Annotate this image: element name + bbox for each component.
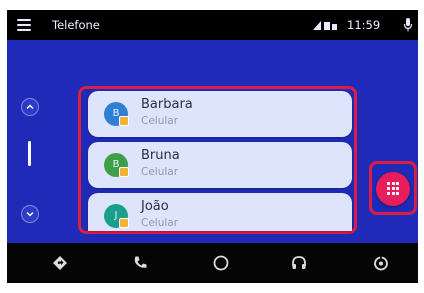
scroll-up-button[interactable] — [21, 98, 39, 116]
contact-name: Bruna — [141, 148, 180, 163]
mobile-badge-icon — [119, 218, 129, 228]
contact-name: João — [141, 199, 169, 214]
scroll-down-button[interactable] — [21, 205, 39, 223]
chevron-down-icon — [26, 212, 34, 217]
contact-card[interactable]: B Barbara Celular — [88, 91, 352, 137]
phone-icon[interactable] — [131, 254, 149, 272]
headphones-icon[interactable] — [290, 254, 308, 272]
bottom-nav — [7, 243, 418, 283]
contact-type: Celular — [141, 115, 179, 127]
mobile-badge-icon — [119, 167, 129, 177]
navigation-icon[interactable] — [51, 254, 69, 272]
contact-type: Celular — [141, 217, 179, 229]
microphone-icon[interactable] — [403, 17, 413, 33]
app-title: Telefone — [52, 18, 100, 32]
mobile-badge-icon — [119, 116, 129, 126]
signal-icon — [313, 21, 337, 30]
menu-icon[interactable] — [17, 19, 31, 31]
device-frame: Telefone 11:59 B Barbara Celular B Bruna… — [7, 10, 418, 283]
contact-card[interactable]: B Bruna Celular — [88, 142, 352, 188]
recents-icon[interactable] — [372, 254, 390, 272]
dialpad-icon — [387, 182, 399, 196]
contact-name: Barbara — [141, 97, 193, 112]
chevron-up-icon — [26, 104, 34, 109]
contact-card[interactable]: J João Celular — [88, 193, 352, 231]
contact-type: Celular — [141, 166, 179, 178]
dialpad-button[interactable] — [376, 172, 410, 206]
status-bar: Telefone 11:59 — [7, 10, 418, 40]
home-icon[interactable] — [212, 254, 230, 272]
scroll-indicator — [28, 141, 31, 166]
clock: 11:59 — [347, 18, 381, 32]
